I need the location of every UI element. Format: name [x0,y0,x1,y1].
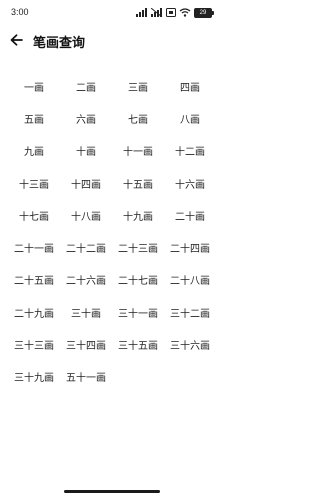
stroke-count-item[interactable]: 三画 [112,70,164,102]
stroke-count-item[interactable]: 五画 [8,102,60,134]
stroke-count-item[interactable]: 三十五画 [112,328,164,360]
back-arrow-icon [10,34,23,46]
battery-icon: 29 [194,7,214,18]
stroke-count-item[interactable]: 二十六画 [60,264,112,296]
volte-icon [166,8,176,17]
stroke-count-item[interactable]: 二十四画 [164,231,216,263]
wifi-icon [179,8,191,17]
stroke-count-item[interactable]: 十画 [60,135,112,167]
stroke-count-item[interactable]: 二十画 [164,199,216,231]
stroke-count-item[interactable]: 十四画 [60,167,112,199]
stroke-count-item[interactable]: 三十三画 [8,328,60,360]
status-icons: 29 [136,7,214,18]
stroke-count-item[interactable]: 三十六画 [164,328,216,360]
stroke-count-item[interactable]: 九画 [8,135,60,167]
stroke-count-item[interactable]: 三十一画 [112,296,164,328]
stroke-count-item[interactable]: 三十二画 [164,296,216,328]
stroke-count-item[interactable]: 七画 [112,102,164,134]
stroke-count-item[interactable]: 八画 [164,102,216,134]
back-button[interactable] [6,30,26,50]
stroke-count-item[interactable]: 十一画 [112,135,164,167]
stroke-count-item[interactable]: 二十七画 [112,264,164,296]
stroke-count-item[interactable]: 二十八画 [164,264,216,296]
stroke-count-item[interactable]: 五十一画 [60,361,112,393]
stroke-count-item[interactable]: 二画 [60,70,112,102]
home-indicator[interactable] [64,490,160,493]
stroke-count-item[interactable]: 六画 [60,102,112,134]
page-title: 笔画查询 [33,36,86,51]
stroke-count-item[interactable]: 二十九画 [8,296,60,328]
stroke-count-item[interactable]: 十九画 [112,199,164,231]
stroke-grid: 一画 二画 三画 四画五画 六画 七画 八画九画 十画 十一画 十二画十三画 十四画 十五画 十六画十七… [0,70,232,393]
signal-icon [136,8,147,17]
stroke-count-item[interactable]: 十八画 [60,199,112,231]
stroke-count-item[interactable]: 一画 [8,70,60,102]
status-bar: 3:00 29 [0,0,224,26]
stroke-count-item[interactable]: 三十九画 [8,361,60,393]
signal-2-icon [151,8,163,17]
header: 笔画查询 [0,26,224,56]
stroke-count-item[interactable]: 十三画 [8,167,60,199]
stroke-count-item[interactable]: 二十三画 [112,231,164,263]
stroke-count-item[interactable]: 二十二画 [60,231,112,263]
stroke-count-item[interactable]: 二十一画 [8,231,60,263]
stroke-count-item[interactable]: 四画 [164,70,216,102]
stroke-count-item[interactable]: 十六画 [164,167,216,199]
stroke-count-item[interactable]: 十七画 [8,199,60,231]
stroke-count-item[interactable]: 三十画 [60,296,112,328]
status-time: 3:00 [11,7,29,17]
stroke-count-item[interactable]: 二十五画 [8,264,60,296]
stroke-count-item[interactable]: 十五画 [112,167,164,199]
stroke-count-item[interactable]: 三十四画 [60,328,112,360]
stroke-count-item[interactable]: 十二画 [164,135,216,167]
